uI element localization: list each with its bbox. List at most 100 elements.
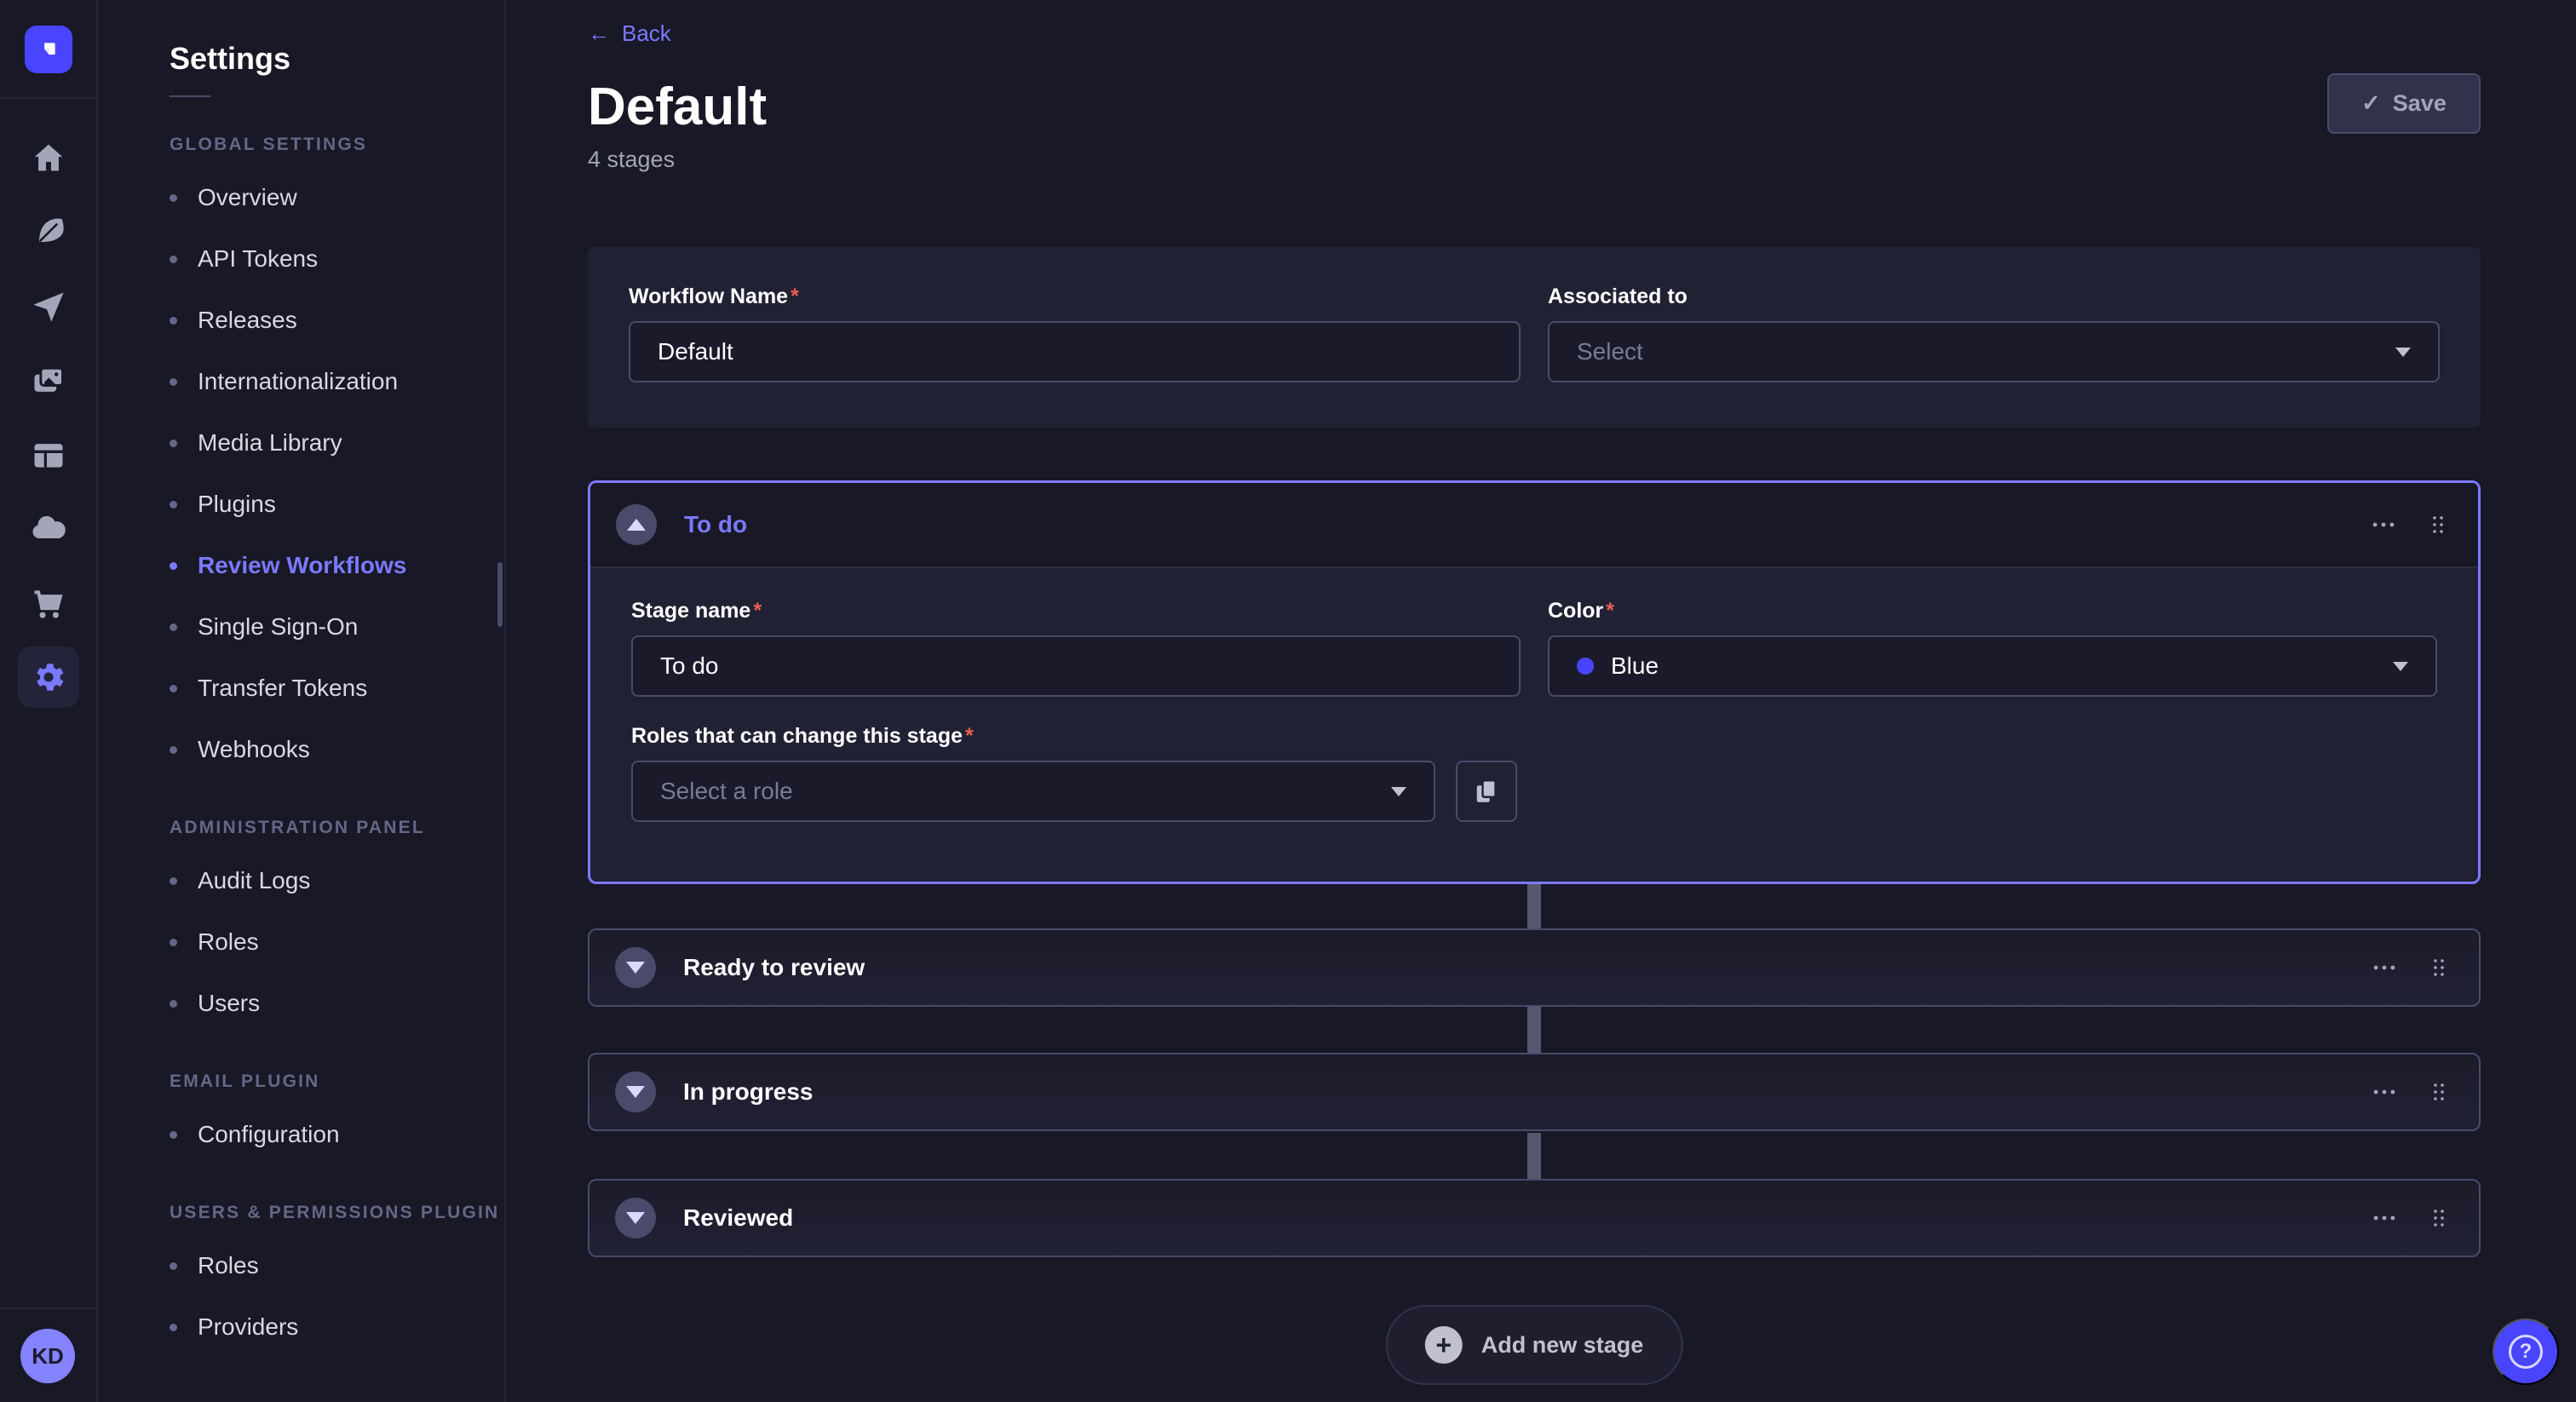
bullet-icon: [170, 1324, 177, 1331]
stage-roles-placeholder: Select a role: [660, 778, 793, 805]
stage-name-input[interactable]: [631, 635, 1521, 697]
drag-handle[interactable]: [2429, 955, 2448, 980]
stage-menu-button[interactable]: [2370, 953, 2399, 982]
drag-dots-icon: [2429, 512, 2447, 537]
sidebar-item-plugins[interactable]: Plugins: [170, 474, 504, 535]
strapi-logo-glyph: [34, 35, 63, 64]
sidebar-item-webhooks[interactable]: Webhooks: [170, 719, 504, 780]
stage-roles-field-group: Roles that can change this stage* Select…: [631, 724, 2437, 822]
bullet-icon: [170, 746, 177, 754]
stage-row-reviewed[interactable]: Reviewed: [588, 1179, 2481, 1257]
save-button[interactable]: ✓ Save: [2327, 73, 2481, 134]
stage-menu-button[interactable]: [2370, 1204, 2399, 1232]
apply-to-all-stages-button[interactable]: [1456, 761, 1517, 822]
sidebar-item-api-tokens[interactable]: API Tokens: [170, 228, 504, 290]
section-administration-panel: ADMINISTRATION PANEL: [170, 818, 504, 838]
sidebar-item-audit-logs[interactable]: Audit Logs: [170, 850, 504, 911]
associated-to-select[interactable]: Select: [1548, 321, 2440, 382]
stage-color-field-group: Color* Blue: [1548, 599, 2437, 697]
main-content: ← Back Default 4 stages ✓ Save Workflow …: [506, 0, 2576, 1402]
chevron-down-icon: [626, 1086, 645, 1098]
collapse-toggle-button[interactable]: [616, 504, 657, 545]
sidebar-item-email-configuration[interactable]: Configuration: [170, 1104, 504, 1165]
workflow-name-field-group: Workflow Name*: [629, 284, 1521, 382]
settings-gear-icon[interactable]: [18, 640, 79, 714]
sidebar-item-internationalization[interactable]: Internationalization: [170, 351, 504, 412]
drag-handle[interactable]: [2429, 512, 2447, 537]
content-manager-icon[interactable]: [18, 195, 79, 269]
settings-subnav: Settings GLOBAL SETTINGS Overview API To…: [98, 0, 506, 1402]
media-library-icon[interactable]: [18, 343, 79, 417]
expand-toggle-button[interactable]: [615, 1198, 656, 1238]
bullet-icon: [170, 1262, 177, 1270]
subnav-title: Settings: [170, 41, 504, 77]
workflow-form-card: Workflow Name* Associated to Select: [588, 247, 2481, 428]
content-type-builder-icon[interactable]: [18, 417, 79, 491]
sidebar-item-admin-roles[interactable]: Roles: [170, 911, 504, 973]
subnav-title-divider: [170, 95, 210, 97]
sidebar-item-admin-users[interactable]: Users: [170, 973, 504, 1034]
icon-rail: KD: [0, 0, 98, 1402]
stage-to-do-header[interactable]: To do: [590, 483, 2478, 568]
bullet-icon: [170, 685, 177, 692]
sidebar-item-media-library[interactable]: Media Library: [170, 412, 504, 474]
bullet-icon: [170, 1000, 177, 1008]
back-link[interactable]: ← Back: [588, 20, 671, 47]
user-avatar[interactable]: KD: [20, 1329, 75, 1383]
drag-handle[interactable]: [2429, 1205, 2448, 1231]
drag-dots-icon: [2429, 1079, 2448, 1105]
ellipsis-icon: [2369, 510, 2398, 539]
strapi-admin: KD Settings GLOBAL SETTINGS Overview API…: [0, 0, 2576, 1402]
stage-connector: [1527, 1133, 1541, 1181]
page-title: Default: [588, 77, 767, 137]
ellipsis-icon: [2370, 1077, 2399, 1106]
stage-color-label: Color*: [1548, 599, 2437, 623]
strapi-logo[interactable]: [25, 26, 72, 73]
sidebar-item-overview[interactable]: Overview: [170, 167, 504, 228]
releases-icon[interactable]: [18, 269, 79, 343]
rail-bottom-divider: [0, 1307, 98, 1309]
sidebar-item-releases[interactable]: Releases: [170, 290, 504, 351]
sidebar-item-review-workflows[interactable]: Review Workflows: [170, 535, 504, 596]
stage-row-title: Reviewed: [683, 1204, 793, 1232]
chevron-down-icon: [626, 962, 645, 974]
workflow-name-input[interactable]: [629, 321, 1521, 382]
marketplace-cart-icon[interactable]: [18, 566, 79, 640]
drag-handle[interactable]: [2429, 1079, 2448, 1105]
chevron-down-icon: [626, 1212, 645, 1224]
stage-connector: [1527, 884, 1541, 930]
expand-toggle-button[interactable]: [615, 1072, 656, 1112]
drag-dots-icon: [2429, 1205, 2448, 1231]
required-asterisk: *: [753, 599, 762, 623]
stage-connector: [1527, 1007, 1541, 1054]
bullet-icon: [170, 440, 177, 447]
stage-menu-button[interactable]: [2369, 510, 2398, 539]
add-new-stage-button[interactable]: + Add new stage: [1386, 1305, 1683, 1385]
stage-row-ready-to-review[interactable]: Ready to review: [588, 928, 2481, 1007]
bullet-icon: [170, 623, 177, 631]
stage-color-select[interactable]: Blue: [1548, 635, 2437, 697]
help-button[interactable]: ?: [2493, 1319, 2559, 1385]
stage-color-value: Blue: [1611, 652, 1659, 680]
subnav-scrollbar-thumb[interactable]: [497, 562, 503, 627]
bullet-icon: [170, 562, 177, 570]
bullet-icon: [170, 194, 177, 202]
workflow-name-label: Workflow Name*: [629, 284, 1521, 309]
chevron-down-icon: [2395, 348, 2411, 357]
stage-menu-button[interactable]: [2370, 1077, 2399, 1106]
deploy-cloud-icon[interactable]: [18, 491, 79, 566]
stage-card-to-do: To do: [588, 480, 2481, 884]
sidebar-item-single-sign-on[interactable]: Single Sign-On: [170, 596, 504, 658]
stage-roles-select[interactable]: Select a role: [631, 761, 1435, 822]
add-stage-label: Add new stage: [1481, 1332, 1644, 1359]
expand-toggle-button[interactable]: [615, 947, 656, 988]
sidebar-item-up-roles[interactable]: Roles: [170, 1235, 504, 1296]
sidebar-item-up-providers[interactable]: Providers: [170, 1296, 504, 1358]
plus-icon: +: [1425, 1326, 1463, 1364]
required-asterisk: *: [965, 724, 974, 748]
bullet-icon: [170, 877, 177, 885]
stage-row-in-progress[interactable]: In progress: [588, 1053, 2481, 1131]
home-icon[interactable]: [18, 121, 79, 195]
associated-to-placeholder: Select: [1577, 338, 1643, 365]
sidebar-item-transfer-tokens[interactable]: Transfer Tokens: [170, 658, 504, 719]
